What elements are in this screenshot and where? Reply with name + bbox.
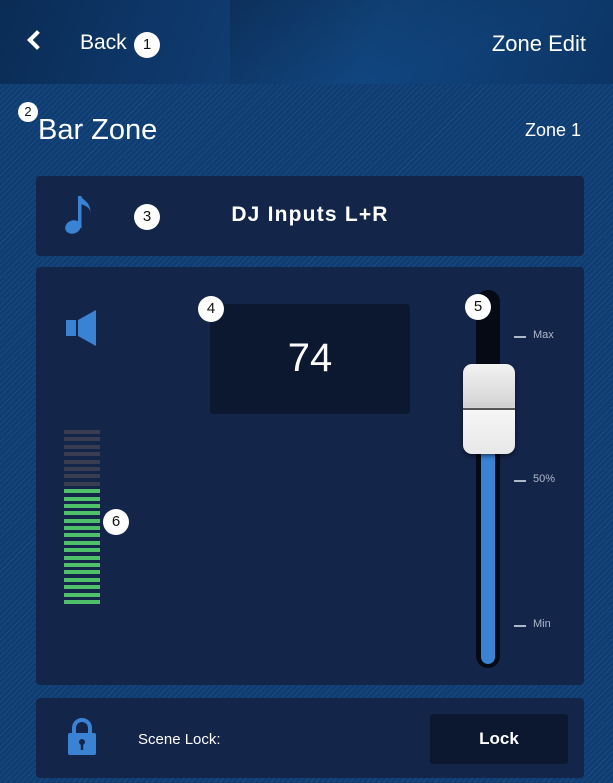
scale-tick-mid xyxy=(514,480,526,482)
volume-slider-fill xyxy=(481,436,495,664)
volume-value: 74 xyxy=(287,336,333,380)
lock-icon xyxy=(68,718,96,755)
level-meter xyxy=(64,430,100,607)
meter-segment xyxy=(64,444,100,449)
meter-segment xyxy=(64,540,100,545)
meter-segment xyxy=(64,599,100,604)
meter-segment xyxy=(64,466,100,471)
meter-segment xyxy=(64,518,100,523)
meter-segment xyxy=(64,577,100,582)
meter-segment xyxy=(64,555,100,560)
meter-segment xyxy=(64,430,100,434)
scale-label-max: Max xyxy=(533,329,554,341)
zone-number-label: Zone 1 xyxy=(524,120,581,140)
meter-segment xyxy=(64,474,100,479)
scale-tick-min xyxy=(514,625,526,627)
meter-segment xyxy=(64,563,100,568)
annotation-badge: 1 xyxy=(134,32,160,58)
annotation-badge: 4 xyxy=(198,296,224,322)
meter-segment xyxy=(64,452,100,457)
lock-button[interactable]: Lock xyxy=(430,714,568,764)
annotation-badge: 2 xyxy=(18,102,38,122)
page-title: Zone Edit xyxy=(491,31,586,56)
slider-handle-grip xyxy=(463,408,515,410)
meter-segment xyxy=(64,592,100,597)
annotation-badge: 6 xyxy=(103,509,129,535)
meter-segment xyxy=(64,533,100,538)
meter-segment xyxy=(64,503,100,508)
meter-segment xyxy=(64,511,100,516)
meter-segment xyxy=(64,526,100,531)
meter-segment xyxy=(64,570,100,575)
meter-segment xyxy=(64,548,100,553)
meter-segment xyxy=(64,459,100,464)
meter-segment xyxy=(64,489,100,494)
back-button[interactable]: Back xyxy=(80,31,127,55)
source-label: DJ Inputs L+R xyxy=(231,203,389,226)
speaker-icon[interactable] xyxy=(64,308,100,348)
annotation-badge: 5 xyxy=(465,294,491,320)
scene-lock-label: Scene Lock: xyxy=(138,731,221,748)
scale-tick-max xyxy=(514,336,526,338)
scale-label-min: Min xyxy=(533,618,551,630)
zone-name: Bar Zone xyxy=(38,114,158,146)
meter-segment xyxy=(64,481,100,486)
meter-segment xyxy=(64,496,100,501)
meter-segment xyxy=(64,585,100,590)
meter-segment xyxy=(64,437,100,442)
scale-label-mid: 50% xyxy=(533,473,556,485)
